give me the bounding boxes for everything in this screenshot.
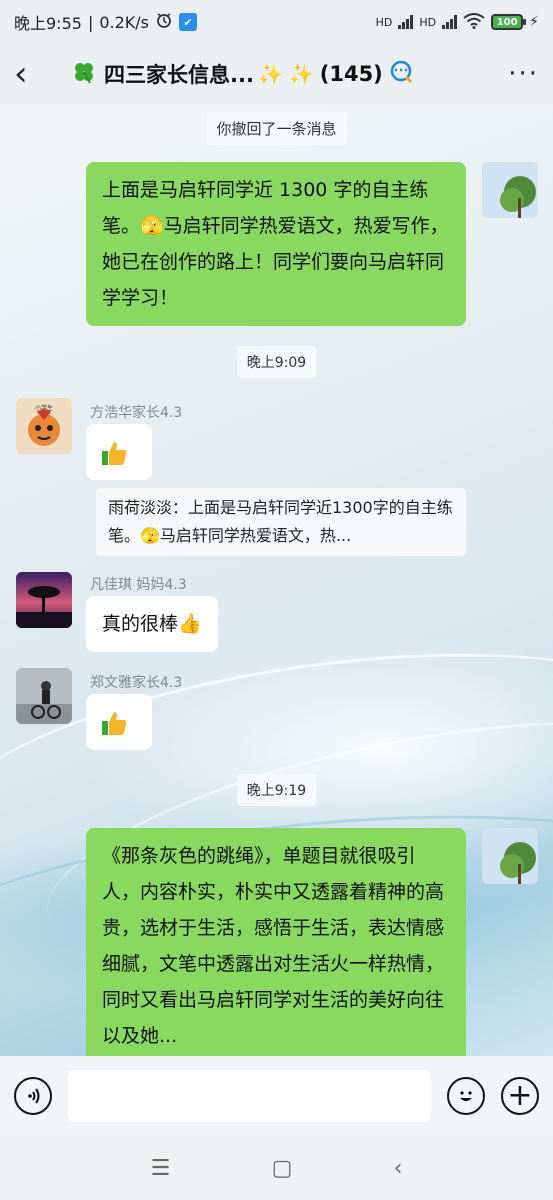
more-button[interactable]: ··· <box>508 59 539 89</box>
emoji-button[interactable] <box>447 1077 485 1115</box>
status-time: 晚上9:55 <box>14 14 82 33</box>
app-notification-icon: ✔ <box>179 13 197 31</box>
signal-icon <box>442 15 458 29</box>
chat-title[interactable]: 四三家长信息... <box>104 59 254 89</box>
sim1-label: HD <box>375 15 393 29</box>
sparkle-icon: ✨ <box>288 62 314 86</box>
quoted-message[interactable]: 雨荷淡淡：上面是马启轩同学近1300字的自主练笔。🫣马启轩同学热爱语文，热... <box>96 488 466 556</box>
message-bubble[interactable]: 真的很棒👍 <box>86 596 218 652</box>
avatar-self[interactable] <box>482 162 538 218</box>
plus-button[interactable]: + <box>501 1077 539 1115</box>
message-text: 《那条灰色的跳绳》，单题目就很吸引人，内容朴实，朴实中又透露着精神的高贵，选材于… <box>102 845 445 1047</box>
back-nav-icon[interactable]: ‹ <box>394 1156 403 1181</box>
chat-header: ‹ 四三家长信息... ✨ ✨ (145) ··· <box>0 44 553 104</box>
message-bubble[interactable] <box>86 694 152 750</box>
sender-name: 郑文雅家长4.3 <box>90 675 183 691</box>
status-bar: 晚上9:55 | 0.2K/s ✔ HD HD 100 ⚡ <box>0 0 553 44</box>
chat-bubble-icon[interactable] <box>389 59 415 89</box>
sender-name: 凡佳琪 妈妈4.3 <box>90 577 187 593</box>
net-speed: 0.2K/s <box>99 12 149 32</box>
voice-button[interactable] <box>14 1077 52 1115</box>
home-nav-icon[interactable]: ▢ <box>272 1156 293 1181</box>
message-bubble-self[interactable]: 《那条灰色的跳绳》，单题目就很吸引人，内容朴实，朴实中又透露着精神的高贵，选材于… <box>86 828 466 1068</box>
thumbs-up-icon <box>100 711 128 735</box>
back-button[interactable]: ‹ <box>14 57 54 91</box>
charging-icon: ⚡ <box>529 14 539 30</box>
recall-notice: 你撤回了一条消息 <box>206 112 347 145</box>
svg-text:小学生: 小学生 <box>35 404 53 412</box>
wifi-icon <box>463 12 485 32</box>
sender-name: 方浩华家长4.3 <box>90 405 183 421</box>
battery-icon: 100 <box>491 14 527 30</box>
sparkle-icon: ✨ <box>257 62 283 86</box>
thumbs-up-icon <box>100 441 128 465</box>
timestamp: 晚上9:19 <box>236 774 317 806</box>
input-bar: + <box>0 1056 553 1136</box>
timestamp: 晚上9:09 <box>236 346 317 378</box>
message-list[interactable]: 你撤回了一条消息 上面是马启轩同学近 1300 字的自主练笔。🫣马启轩同学热爱语… <box>0 104 553 1068</box>
system-nav-bar: ☰ ▢ ‹ <box>0 1136 553 1200</box>
clover-icon <box>72 60 96 88</box>
avatar-self[interactable] <box>482 828 538 884</box>
message-input[interactable] <box>68 1070 431 1122</box>
avatar-sender[interactable] <box>16 668 72 724</box>
message-text: 上面是马启轩同学近 1300 字的自主练笔。🫣马启轩同学热爱语文，热爱写作，她已… <box>102 179 449 309</box>
avatar-sender[interactable] <box>16 572 72 628</box>
avatar-sender[interactable]: 小学生 <box>16 398 72 454</box>
menu-nav-icon[interactable]: ☰ <box>151 1156 171 1181</box>
member-count: (145) <box>319 62 383 86</box>
alarm-icon <box>155 11 173 33</box>
message-bubble[interactable] <box>86 424 152 480</box>
sim2-label: HD <box>419 15 437 29</box>
message-bubble-self[interactable]: 上面是马启轩同学近 1300 字的自主练笔。🫣马启轩同学热爱语文，热爱写作，她已… <box>86 162 466 326</box>
message-text: 真的很棒👍 <box>102 613 202 635</box>
signal-icon <box>398 15 414 29</box>
